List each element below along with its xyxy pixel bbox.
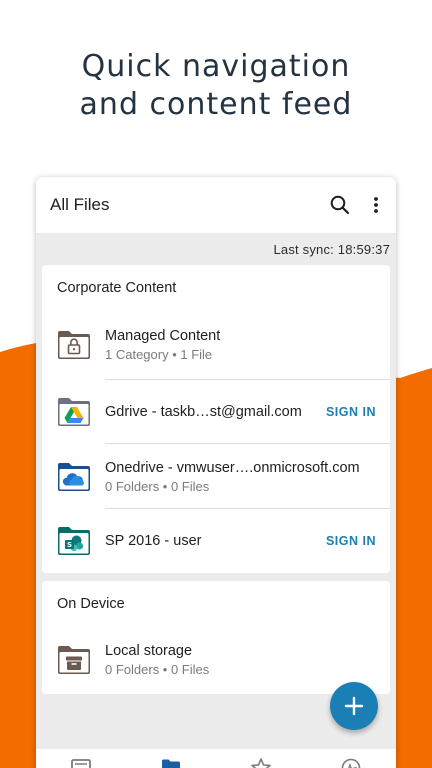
- item-subtitle: 0 Folders • 0 Files: [105, 478, 210, 494]
- nav-files-tab[interactable]: [159, 757, 183, 768]
- activity-icon: [341, 758, 361, 768]
- sharepoint-sign-in-button[interactable]: SIGN IN: [326, 534, 376, 548]
- gdrive-folder-icon: [58, 398, 90, 426]
- search-button[interactable]: [322, 187, 358, 223]
- app-bar: All Files: [36, 177, 396, 233]
- headline-line-1: Quick navigation: [81, 49, 351, 84]
- list-item-local-storage[interactable]: Local storage 0 Folders • 0 Files: [42, 626, 390, 694]
- more-options-button[interactable]: [358, 187, 394, 223]
- svg-text:S: S: [67, 541, 72, 549]
- list-item-onedrive[interactable]: Onedrive - vmwuser….onmicrosoft.com 0 Fo…: [42, 444, 390, 509]
- onedrive-folder-icon: [58, 462, 90, 491]
- list-item-managed-content[interactable]: Managed Content 1 Category • 1 File: [42, 310, 390, 380]
- gdrive-sign-in-button[interactable]: SIGN IN: [326, 405, 376, 419]
- corporate-content-card: Corporate Content Managed Content 1 Cate…: [42, 265, 390, 573]
- item-subtitle: 0 Folders • 0 Files: [105, 662, 210, 677]
- nav-feed-tab[interactable]: [69, 757, 93, 768]
- managed-folder-lock-icon: [58, 331, 90, 359]
- sharepoint-folder-icon: S: [58, 527, 90, 555]
- last-sync-label: Last sync: 18:59:37: [273, 241, 390, 257]
- section-title-corporate: Corporate Content: [57, 279, 177, 296]
- local-storage-folder-icon: [58, 646, 90, 674]
- section-title-on-device: On Device: [57, 595, 125, 612]
- feed-icon: [71, 759, 91, 768]
- item-name: Onedrive - vmwuser….onmicrosoft.com: [105, 459, 360, 476]
- item-name: Local storage: [105, 643, 193, 659]
- item-name: Gdrive - taskb…st@gmail.com: [105, 404, 302, 420]
- nav-favorites-tab[interactable]: [249, 757, 273, 768]
- on-device-card: On Device Local storage 0 Folders • 0 Fi…: [42, 581, 390, 694]
- more-vert-icon: [374, 197, 378, 213]
- star-icon: [251, 758, 271, 768]
- nav-activity-tab[interactable]: [339, 757, 363, 768]
- folder-icon: [162, 759, 180, 768]
- list-item-sharepoint[interactable]: S SP 2016 - user SIGN IN: [42, 509, 390, 573]
- marketing-headline: Quick navigation and content feed: [0, 48, 432, 124]
- item-name: SP 2016 - user: [105, 533, 202, 549]
- app-screen: All Files Last sync: 18:59:37 Corporate …: [36, 177, 396, 768]
- plus-icon: [344, 696, 364, 716]
- search-icon: [330, 195, 350, 215]
- item-subtitle: 1 Category • 1 File: [105, 347, 213, 362]
- list-item-gdrive[interactable]: Gdrive - taskb…st@gmail.com SIGN IN: [42, 380, 390, 444]
- page-title: All Files: [50, 195, 110, 214]
- bottom-navigation: [36, 749, 396, 768]
- add-fab-button[interactable]: [330, 682, 378, 730]
- headline-line-2: and content feed: [79, 87, 353, 122]
- item-name: Managed Content: [105, 328, 221, 344]
